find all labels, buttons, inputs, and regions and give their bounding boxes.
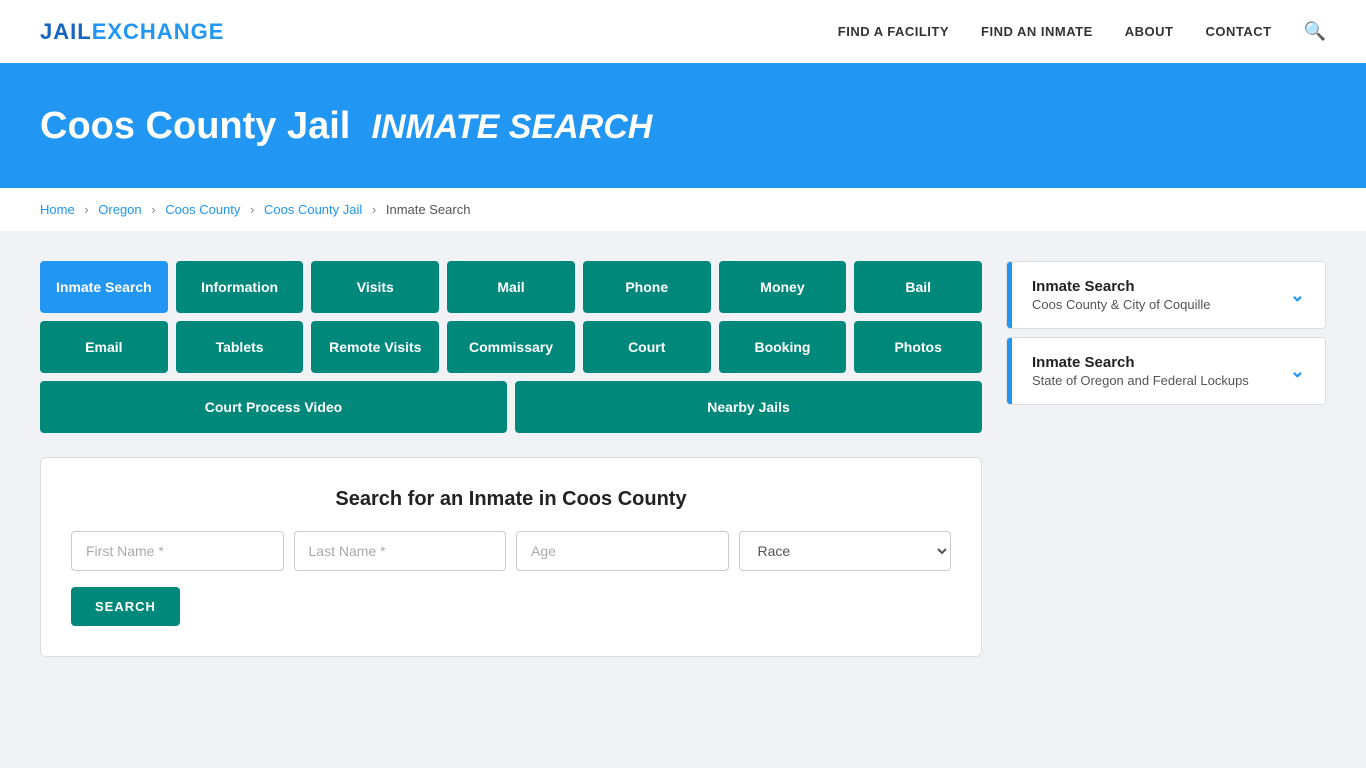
nav-find-inmate[interactable]: FIND AN INMATE xyxy=(981,24,1093,39)
page-title-italic: INMATE SEARCH xyxy=(372,108,653,146)
breadcrumb-oregon[interactable]: Oregon xyxy=(98,202,141,217)
race-select[interactable]: Race All White Black Hispanic Asian Othe… xyxy=(739,531,952,571)
breadcrumb-coos-county-jail[interactable]: Coos County Jail xyxy=(264,202,362,217)
btn-court[interactable]: Court xyxy=(583,321,711,373)
nav-row-3: Court Process Video Nearby Jails xyxy=(40,381,982,433)
btn-information[interactable]: Information xyxy=(176,261,304,313)
btn-money[interactable]: Money xyxy=(719,261,847,313)
search-submit-button[interactable]: SEARCH xyxy=(71,587,180,626)
first-name-input[interactable] xyxy=(71,531,284,571)
nav-row-1: Inmate Search Information Visits Mail Ph… xyxy=(40,261,982,313)
btn-bail[interactable]: Bail xyxy=(854,261,982,313)
sidebar-card-2: Inmate Search State of Oregon and Federa… xyxy=(1006,337,1326,405)
chevron-down-icon-2: ⌄ xyxy=(1290,361,1305,382)
category-nav-buttons: Inmate Search Information Visits Mail Ph… xyxy=(40,261,982,433)
chevron-down-icon: ⌄ xyxy=(1290,285,1305,306)
nav-row-2: Email Tablets Remote Visits Commissary C… xyxy=(40,321,982,373)
btn-commissary[interactable]: Commissary xyxy=(447,321,575,373)
header-search-button[interactable]: 🔍 xyxy=(1304,21,1326,42)
btn-tablets[interactable]: Tablets xyxy=(176,321,304,373)
search-form-title: Search for an Inmate in Coos County xyxy=(71,488,951,511)
main-content: Inmate Search Information Visits Mail Ph… xyxy=(0,231,1366,687)
hero-banner: Coos County Jail INMATE SEARCH xyxy=(0,65,1366,188)
sidebar-card-2-title: Inmate Search xyxy=(1032,354,1249,371)
btn-booking[interactable]: Booking xyxy=(719,321,847,373)
right-column: Inmate Search Coos County & City of Coqu… xyxy=(1006,261,1326,413)
main-nav: FIND A FACILITY FIND AN INMATE ABOUT CON… xyxy=(838,21,1326,42)
sidebar-card-1-header[interactable]: Inmate Search Coos County & City of Coqu… xyxy=(1007,262,1325,328)
page-title-main: Coos County Jail xyxy=(40,105,350,147)
last-name-input[interactable] xyxy=(294,531,507,571)
btn-nearby-jails[interactable]: Nearby Jails xyxy=(515,381,982,433)
site-logo: JAILEXCHANGE xyxy=(40,19,224,45)
age-input[interactable] xyxy=(516,531,729,571)
breadcrumb-home[interactable]: Home xyxy=(40,202,75,217)
search-form-row-1: Race All White Black Hispanic Asian Othe… xyxy=(71,531,951,571)
btn-remote-visits[interactable]: Remote Visits xyxy=(311,321,439,373)
inmate-search-form: Search for an Inmate in Coos County Race… xyxy=(40,457,982,657)
btn-mail[interactable]: Mail xyxy=(447,261,575,313)
sidebar-card-1-title: Inmate Search xyxy=(1032,278,1210,295)
btn-inmate-search[interactable]: Inmate Search xyxy=(40,261,168,313)
btn-phone[interactable]: Phone xyxy=(583,261,711,313)
page-title: Coos County Jail INMATE SEARCH xyxy=(40,105,1326,148)
sidebar-card-2-header[interactable]: Inmate Search State of Oregon and Federa… xyxy=(1007,338,1325,404)
breadcrumb: Home › Oregon › Coos County › Coos Count… xyxy=(0,188,1366,231)
nav-contact[interactable]: CONTACT xyxy=(1205,24,1271,39)
btn-email[interactable]: Email xyxy=(40,321,168,373)
sidebar-card-1-subtitle: Coos County & City of Coquille xyxy=(1032,297,1210,312)
btn-visits[interactable]: Visits xyxy=(311,261,439,313)
btn-photos[interactable]: Photos xyxy=(854,321,982,373)
logo-exchange: EXCHANGE xyxy=(92,19,225,44)
left-column: Inmate Search Information Visits Mail Ph… xyxy=(40,261,982,657)
btn-court-process-video[interactable]: Court Process Video xyxy=(40,381,507,433)
logo-jail: JAIL xyxy=(40,19,92,44)
sidebar-card-1: Inmate Search Coos County & City of Coqu… xyxy=(1006,261,1326,329)
sidebar-card-2-subtitle: State of Oregon and Federal Lockups xyxy=(1032,373,1249,388)
nav-about[interactable]: ABOUT xyxy=(1125,24,1174,39)
nav-find-facility[interactable]: FIND A FACILITY xyxy=(838,24,949,39)
breadcrumb-current: Inmate Search xyxy=(386,202,471,217)
breadcrumb-coos-county[interactable]: Coos County xyxy=(165,202,240,217)
site-header: JAILEXCHANGE FIND A FACILITY FIND AN INM… xyxy=(0,0,1366,65)
